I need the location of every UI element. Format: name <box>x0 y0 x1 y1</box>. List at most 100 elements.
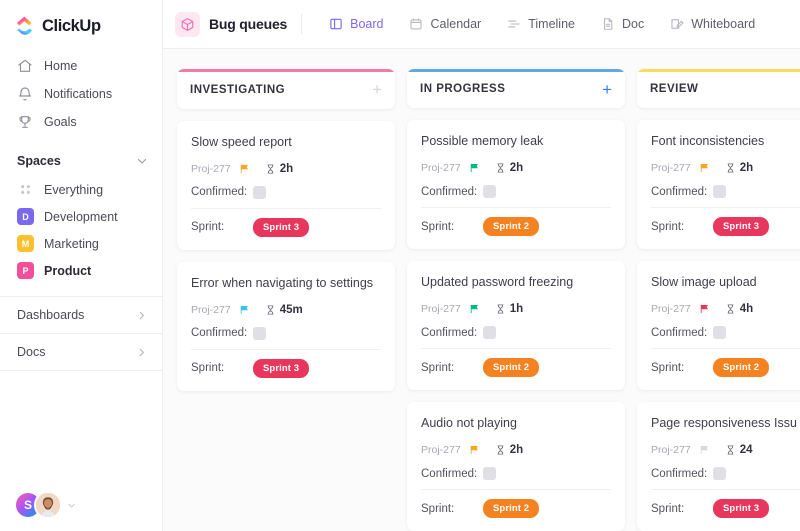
sidebar-item-goals[interactable]: Goals <box>0 108 162 136</box>
confirmed-label: Confirmed: <box>421 326 478 339</box>
time-estimate-icon <box>489 303 506 315</box>
task-project-id: Proj-277 <box>651 303 691 316</box>
confirmed-label: Confirmed: <box>421 467 478 480</box>
task-meta: Proj-277 2h <box>191 163 381 175</box>
confirmed-checkbox[interactable] <box>713 326 726 340</box>
space-badge-icon: P <box>17 262 34 279</box>
space-badge-icon: D <box>17 208 34 225</box>
confirmed-checkbox[interactable] <box>483 326 496 340</box>
main-area: Bug queues Board Calendar Timeline Doc W… <box>163 0 800 531</box>
priority-flag-icon[interactable] <box>699 303 711 315</box>
confirmed-checkbox[interactable] <box>713 467 726 480</box>
priority-flag-icon[interactable] <box>699 444 711 456</box>
confirmed-checkbox[interactable] <box>483 467 496 480</box>
sidebar-item-notifications[interactable]: Notifications <box>0 80 162 108</box>
add-task-button[interactable]: + <box>372 81 382 98</box>
column-header: INVESTIGATING + <box>177 69 395 109</box>
tab-label: Timeline <box>528 17 575 31</box>
sprint-tag[interactable]: Sprint 2 <box>483 499 540 518</box>
priority-flag-icon[interactable] <box>239 163 251 175</box>
task-card[interactable]: Possible memory leak Proj-277 2h Confirmed:… <box>407 120 625 250</box>
tab-calendar[interactable]: Calendar <box>396 9 494 39</box>
space-label: Development <box>44 209 118 224</box>
add-task-button[interactable]: + <box>602 81 612 98</box>
list-title-chip[interactable]: Bug queues <box>175 11 301 37</box>
brand-logo[interactable]: ClickUp <box>0 0 162 50</box>
tab-timeline[interactable]: Timeline <box>494 9 588 39</box>
sidebar-item-everything[interactable]: Everything <box>0 176 162 203</box>
time-estimate-icon <box>489 162 506 174</box>
task-card[interactable]: Updated password freezing Proj-277 1h Confi… <box>407 261 625 391</box>
sidebar-item-marketing[interactable]: M Marketing <box>0 230 162 257</box>
task-card[interactable]: Slow speed report Proj-277 2h Confirmed: Spr… <box>177 121 395 250</box>
cube-icon <box>175 11 200 37</box>
chevron-down-icon[interactable] <box>62 501 76 510</box>
confirmed-field: Confirmed: <box>651 326 800 340</box>
chevron-right-icon <box>136 310 147 321</box>
sprint-tag[interactable]: Sprint 3 <box>713 217 770 237</box>
home-icon <box>17 58 33 74</box>
user-avatar[interactable] <box>34 491 62 519</box>
tab-board[interactable]: Board <box>316 9 396 39</box>
sidebar-item-dashboards[interactable]: Dashboards <box>0 297 162 334</box>
priority-flag-icon[interactable] <box>239 304 251 316</box>
priority-flag-icon[interactable] <box>469 303 481 315</box>
column-title: REVIEW <box>650 83 699 96</box>
column-title: IN PROGRESS <box>420 83 506 96</box>
task-project-id: Proj-277 <box>421 444 461 456</box>
sprint-tag[interactable]: Sprint 2 <box>483 358 540 378</box>
priority-flag-icon[interactable] <box>469 444 481 456</box>
kanban-board: INVESTIGATING + Slow speed report Proj-277 2… <box>163 49 800 531</box>
sidebar-item-development[interactable]: D Development <box>0 203 162 230</box>
sidebar-item-product[interactable]: P Product <box>0 257 162 284</box>
confirmed-checkbox[interactable] <box>253 185 266 199</box>
task-title: Slow image upload <box>651 275 757 290</box>
priority-flag-icon[interactable] <box>469 162 481 174</box>
spaces-title: Spaces <box>17 154 61 168</box>
confirmed-checkbox[interactable] <box>483 185 496 199</box>
task-card[interactable]: Page responsiveness Issu Proj-277 24 Confir… <box>637 402 800 531</box>
tab-label: Calendar <box>430 17 482 31</box>
board-column: REVIEW+ Font inconsistencies Proj-277 2h Con… <box>637 69 800 531</box>
board-column: IN PROGRESS + Possible memory leak Proj-277… <box>407 69 625 531</box>
chevron-right-icon <box>136 347 147 358</box>
tab-whiteboard[interactable]: Whiteboard <box>657 9 768 39</box>
sprint-tag[interactable]: Sprint 2 <box>483 217 540 237</box>
sprint-tag[interactable]: Sprint 2 <box>713 358 770 378</box>
task-card[interactable]: Slow image upload Proj-277 4h Confirmed: Spr… <box>637 261 800 391</box>
sprint-tag[interactable]: Sprint 3 <box>253 217 310 237</box>
task-project-id: Proj-277 <box>651 162 691 175</box>
avatar-group[interactable]: S <box>14 491 76 519</box>
sprint-tag[interactable]: Sprint 3 <box>713 499 770 518</box>
confirmed-checkbox[interactable] <box>713 185 726 199</box>
sidebar-item-home[interactable]: Home <box>0 52 162 80</box>
tab-doc[interactable]: Doc <box>588 9 657 39</box>
sprint-label: Sprint: <box>651 361 685 374</box>
confirmed-checkbox[interactable] <box>253 326 266 340</box>
time-estimate-value: 45m <box>279 303 303 316</box>
confirmed-field: Confirmed: <box>191 326 381 340</box>
confirmed-label: Confirmed: <box>651 467 708 480</box>
timeline-icon <box>507 17 521 31</box>
task-card[interactable]: Audio not playing Proj-277 2h Confirmed: Spr… <box>407 402 625 531</box>
priority-flag-icon[interactable] <box>699 162 711 174</box>
sidebar-item-docs[interactable]: Docs <box>0 334 162 371</box>
space-label: Product <box>44 263 92 278</box>
spaces-list: Everything D Development M Marketing P P… <box>0 176 162 284</box>
doc-icon <box>601 17 615 31</box>
confirmed-field: Confirmed: <box>421 326 611 340</box>
task-meta: Proj-277 2h <box>421 162 611 174</box>
calendar-icon <box>409 17 423 31</box>
time-estimate-value: 4h <box>739 303 754 316</box>
column-title: INVESTIGATING <box>190 83 286 96</box>
spaces-section-header[interactable]: Spaces <box>0 136 162 176</box>
chevron-down-icon[interactable] <box>136 155 148 167</box>
task-title: Font inconsistencies <box>651 134 765 149</box>
task-card[interactable]: Error when navigating to settings Proj-27… <box>177 261 395 391</box>
sprint-tag[interactable]: Sprint 3 <box>253 358 310 378</box>
task-card[interactable]: Font inconsistencies Proj-277 2h Confirmed:… <box>637 120 800 250</box>
sprint-field: Sprint: Sprint 3 <box>191 348 381 378</box>
sprint-label: Sprint: <box>421 220 455 233</box>
sidebar-item-label: Notifications <box>44 87 113 101</box>
sprint-label: Sprint: <box>651 502 685 515</box>
